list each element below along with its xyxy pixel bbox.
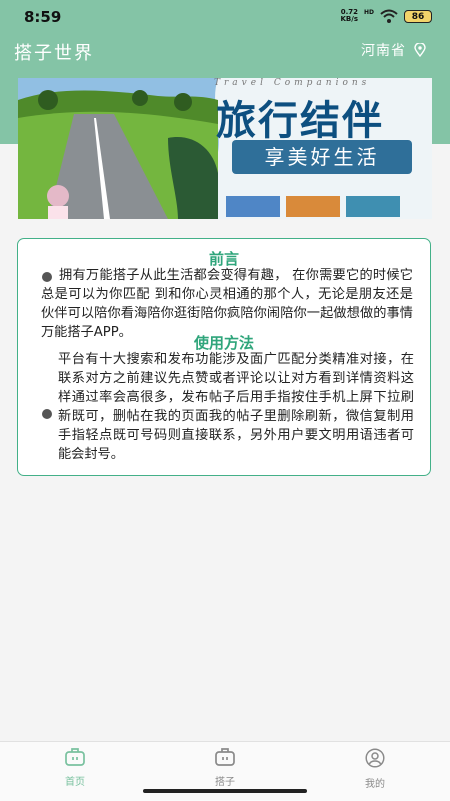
profile-icon bbox=[365, 748, 385, 768]
tab-profile[interactable]: 我的 bbox=[335, 748, 415, 790]
partner-icon bbox=[215, 748, 235, 766]
home-indicator[interactable] bbox=[143, 789, 307, 793]
tab-home-label: 首页 bbox=[65, 777, 85, 788]
status-indicators: 0.72 KB/s HD 86 bbox=[336, 9, 432, 23]
status-bar: 8:59 0.72 KB/s HD 86 bbox=[0, 0, 450, 34]
travel-banner[interactable]: Travel Companions 旅行结伴 享美好生活 bbox=[18, 78, 432, 219]
location-selector[interactable]: 河南省 bbox=[361, 40, 426, 60]
usage-bullet bbox=[42, 409, 52, 419]
status-time: 8:59 bbox=[24, 8, 62, 26]
tab-partner[interactable]: 搭子 bbox=[185, 748, 265, 788]
battery-icon: 86 bbox=[404, 9, 432, 23]
home-icon bbox=[65, 748, 85, 766]
tab-partner-label: 搭子 bbox=[215, 777, 235, 788]
network-speed: 0.72 KB/s bbox=[336, 9, 358, 23]
hd-badge: HD bbox=[363, 8, 374, 16]
info-card: 前言 拥有万能搭子从此生活都会变得有趣， 在你需要它的时候它总是可以为你匹配 到… bbox=[17, 238, 431, 476]
app-title: 搭子世界 bbox=[14, 43, 94, 64]
banner-english-text: Travel Companions bbox=[214, 78, 371, 88]
location-pin-icon bbox=[414, 43, 426, 57]
usage-text: 平台有十大搜索和发布功能涉及面广匹配分类精准对接，在联系对方之前建议先点赞或者评… bbox=[58, 352, 414, 462]
tab-profile-label: 我的 bbox=[365, 779, 385, 790]
wifi-icon bbox=[380, 9, 398, 23]
banner-title: 旅行结伴 bbox=[216, 97, 384, 144]
location-label: 河南省 bbox=[361, 43, 406, 59]
network-speed-unit: KB/s bbox=[340, 15, 358, 23]
banner-subtitle: 享美好生活 bbox=[232, 140, 412, 174]
intro-text: 拥有万能搭子从此生活都会变得有趣， 在你需要它的时候它总是可以为你匹配 到和你心… bbox=[41, 268, 413, 340]
tab-home[interactable]: 首页 bbox=[35, 748, 115, 788]
